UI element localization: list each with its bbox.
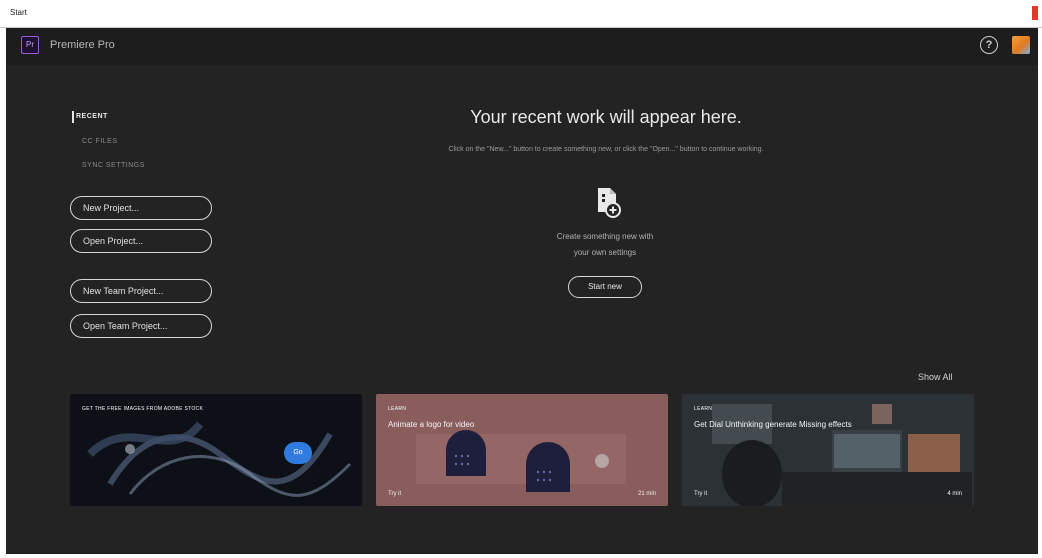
card-title: Get Dial Unthinking generate Missing eff… xyxy=(694,420,852,429)
card-try-it[interactable]: Try it xyxy=(694,491,707,497)
recent-work-heading: Your recent work will appear here. xyxy=(470,107,742,127)
create-new-line-2: your own settings xyxy=(573,248,637,257)
start-new-button[interactable]: Start new xyxy=(568,276,642,298)
premiere-logo-icon: Pr xyxy=(21,36,39,54)
create-new-caption: Create something new with your own setti… xyxy=(505,229,705,261)
card-duration: 4 min xyxy=(947,491,962,497)
window-title: Start xyxy=(10,8,27,17)
card-top-label: LEARN xyxy=(388,406,407,412)
premiere-start-screen: Pr Premiere Pro ? RECENT CC FILES SYNC S… xyxy=(6,28,1038,554)
create-new-line-1: Create something new with xyxy=(556,232,654,241)
card-duration: 21 min xyxy=(637,491,656,497)
recent-work-subtext: Click on the "New..." button to create s… xyxy=(448,146,764,153)
card-title: Animate a logo for video xyxy=(388,420,475,429)
new-project-button[interactable]: New Project... xyxy=(70,196,212,220)
stock-promo-card[interactable]: GET THE FREE IMAGES FROM ADOBE STOCK Go xyxy=(70,394,362,506)
window-titlebar: Start xyxy=(0,0,1042,28)
nav-selected-indicator xyxy=(72,111,74,123)
close-icon[interactable] xyxy=(1032,6,1038,20)
logo-animation-graphic xyxy=(416,430,626,492)
nav-cc-files[interactable]: CC FILES xyxy=(82,138,118,145)
nav-recent[interactable]: RECENT xyxy=(76,113,108,120)
app-header: Pr Premiere Pro ? xyxy=(6,28,1038,65)
user-avatar[interactable] xyxy=(1012,36,1030,54)
editing-suite-graphic xyxy=(682,394,974,506)
go-button[interactable]: Go xyxy=(284,442,312,464)
nav-sync-settings[interactable]: SYNC SETTINGS xyxy=(82,162,145,169)
help-icon[interactable]: ? xyxy=(980,36,998,54)
card-try-it[interactable]: Try it xyxy=(388,491,401,497)
card-top-label: GET THE FREE IMAGES FROM ADOBE STOCK xyxy=(82,406,204,412)
open-project-button[interactable]: Open Project... xyxy=(70,229,212,253)
card-top-label: LEARN xyxy=(694,406,713,412)
tutorial-card[interactable]: LEARN Animate a logo for video Try it 21… xyxy=(376,394,668,506)
app-name: Premiere Pro xyxy=(50,39,115,51)
new-document-icon xyxy=(598,188,621,218)
open-team-project-button[interactable]: Open Team Project... xyxy=(70,314,212,338)
new-team-project-button[interactable]: New Team Project... xyxy=(70,279,212,303)
tutorial-card[interactable]: LEARN Get Dial Unthinking generate Missi… xyxy=(682,394,974,506)
show-all-link[interactable]: Show All xyxy=(918,372,953,382)
